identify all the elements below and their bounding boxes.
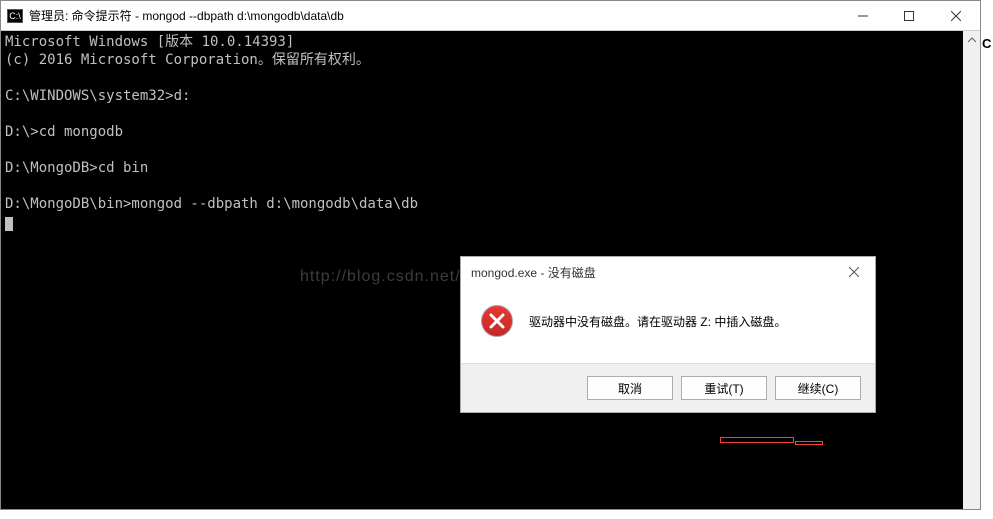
dialog-body: 驱动器中没有磁盘。请在驱动器 Z: 中插入磁盘。 — [461, 287, 875, 363]
dialog-button-row: 取消 重试(T) 继续(C) — [461, 363, 875, 412]
cmd-icon: C:\ — [7, 9, 23, 23]
terminal-cursor — [5, 217, 13, 231]
x-icon — [489, 313, 505, 329]
window-controls — [840, 1, 980, 30]
error-dialog: mongod.exe - 没有磁盘 驱动器中没有磁盘。请在驱动器 Z: 中插入磁… — [460, 256, 876, 413]
continue-button[interactable]: 继续(C) — [775, 376, 861, 400]
cancel-button[interactable]: 取消 — [587, 376, 673, 400]
cmd-titlebar[interactable]: C:\ 管理员: 命令提示符 - mongod --dbpath d:\mong… — [1, 1, 980, 31]
error-icon — [481, 305, 513, 337]
chevron-up-icon — [968, 37, 976, 43]
maximize-icon — [904, 11, 914, 21]
retry-button[interactable]: 重试(T) — [681, 376, 767, 400]
dialog-close-button[interactable] — [841, 262, 867, 282]
terminal-line: C:\WINDOWS\system32>d: — [5, 88, 190, 104]
terminal-line: (c) 2016 Microsoft Corporation。保留所有权利。 — [5, 52, 370, 68]
scroll-up-icon[interactable] — [963, 31, 980, 48]
terminal-line: D:\MongoDB>cd bin — [5, 160, 148, 176]
maximize-button[interactable] — [886, 1, 932, 30]
annotation-mark — [795, 441, 823, 445]
close-icon — [849, 267, 859, 277]
command-prompt-window: C:\ 管理员: 命令提示符 - mongod --dbpath d:\mong… — [0, 0, 981, 510]
side-char: C — [982, 36, 993, 52]
close-icon — [951, 11, 961, 21]
terminal-line: Microsoft Windows [版本 10.0.14393] — [5, 34, 294, 50]
scrollbar[interactable] — [963, 31, 980, 509]
dialog-message: 驱动器中没有磁盘。请在驱动器 Z: 中插入磁盘。 — [529, 313, 786, 330]
terminal-line: D:\MongoDB\bin>mongod --dbpath d:\mongod… — [5, 196, 418, 212]
close-button[interactable] — [932, 1, 980, 30]
cmd-title-text: 管理员: 命令提示符 - mongod --dbpath d:\mongodb\… — [29, 7, 344, 24]
dialog-title: mongod.exe - 没有磁盘 — [471, 264, 596, 281]
annotation-mark — [720, 437, 794, 443]
dialog-titlebar[interactable]: mongod.exe - 没有磁盘 — [461, 257, 875, 287]
cmd-title-area: C:\ 管理员: 命令提示符 - mongod --dbpath d:\mong… — [1, 7, 344, 24]
terminal-line: D:\>cd mongodb — [5, 124, 123, 140]
minimize-button[interactable] — [840, 1, 886, 30]
minimize-icon — [858, 11, 868, 21]
